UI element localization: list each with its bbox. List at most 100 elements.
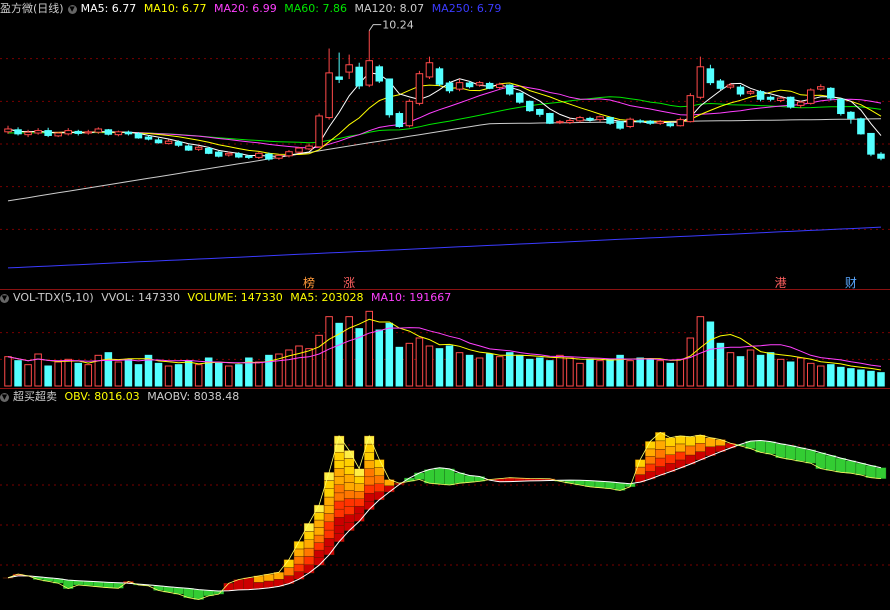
ma5-readout: MA5: 6.77 (80, 2, 137, 15)
candle-up (275, 154, 283, 159)
candle-down (857, 118, 865, 135)
obv-overbought-bar (313, 542, 325, 551)
candle-down (837, 98, 845, 115)
candle-up (726, 84, 735, 88)
obv-overbought-bar (333, 508, 345, 518)
obv-overbought-bar (313, 512, 325, 521)
candle-up (34, 130, 42, 134)
candle-down (847, 111, 855, 119)
candle-down (134, 133, 143, 139)
obv-overbought-bar (293, 548, 305, 557)
volume-bar-down (435, 348, 444, 387)
candle-up (556, 121, 564, 124)
volume-bar-down (786, 361, 795, 387)
volume-bar-down (756, 354, 765, 387)
volume-bar-up (746, 349, 755, 387)
obv-line (7, 431, 882, 600)
volume-bar-down (847, 368, 855, 387)
stock-title: 盈方微(日线) (0, 2, 64, 15)
obv-overbought-bar (323, 488, 335, 498)
candle-up (806, 89, 815, 104)
volume-bar-down (877, 372, 885, 387)
candle-up (696, 66, 705, 98)
high-marker-label: 10.24 (382, 19, 414, 32)
candle-up (285, 151, 293, 157)
obv-oversold-bar (785, 445, 796, 460)
volume-bar-down (375, 329, 384, 387)
dropdown-icon[interactable]: ▼ (67, 4, 77, 14)
obv-readout: OBV: 8016.03 (64, 390, 140, 403)
pane-divider (0, 289, 890, 290)
candle-up (796, 101, 805, 106)
obv-overbought-bar (374, 467, 385, 476)
obv-oversold-bar (875, 467, 887, 479)
candle-up (656, 121, 664, 124)
obv-overbought-bar (655, 432, 666, 442)
volume-bar-down (666, 362, 675, 387)
candle-up (746, 91, 755, 94)
event-badge: 涨 (343, 275, 355, 290)
obv-overbought-bar (2, 577, 14, 579)
event-badge: 港 (775, 276, 787, 290)
obv-overbought-bar (364, 484, 375, 494)
volume-bar-down (546, 360, 554, 387)
obv-overbought-bar (353, 506, 365, 515)
candle-up (94, 128, 103, 133)
obv-overbought-bar (313, 534, 325, 543)
obv-overbought-bar (364, 435, 375, 445)
obv-overbought-bar (364, 476, 375, 486)
volume-bar-up (194, 364, 203, 387)
candle-up (596, 116, 604, 121)
obv-overbought-bar (333, 525, 345, 534)
volume-bar-down (465, 354, 474, 387)
volume-bar-up (24, 364, 32, 387)
obv-overbought-bar (353, 491, 365, 499)
volume-bar-down (857, 369, 865, 387)
obv-overbought-bar (303, 547, 315, 557)
volume-bar-down (154, 362, 163, 387)
candle-up (576, 117, 584, 122)
obv-overbought-bar (323, 529, 335, 539)
obv-overbought-bar (303, 556, 315, 565)
candle-up (345, 64, 353, 73)
obv-overbought-bar (243, 577, 255, 590)
obv-overbought-bar (333, 460, 345, 469)
obv-overbought-bar (333, 468, 345, 477)
high-marker-line (368, 24, 382, 31)
candle-down (867, 132, 875, 155)
obv-oversold-bar (805, 449, 816, 464)
candle-down (235, 153, 243, 158)
stock-chart-canvas[interactable]: 10.24 榜 涨 港 财 (0, 0, 890, 610)
volume-bar-down (716, 342, 725, 387)
obv-oversold-bar (454, 472, 465, 484)
vol-indicator-name[interactable]: VOL-TDX(5,10) (13, 291, 94, 304)
volume-bar-down (515, 354, 524, 387)
volume-bar-down (104, 352, 113, 387)
dropdown-icon[interactable]: ▼ (0, 392, 9, 402)
obv-overbought-bar (665, 446, 676, 455)
vvol-readout: VVOL: 147330 (101, 291, 181, 304)
obv-overbought-bar (293, 571, 305, 580)
volume-bar-up (164, 365, 173, 387)
ma250-readout: MA250: 6.79 (431, 2, 502, 15)
obv-oversold-bar (755, 440, 766, 453)
obv-overbought-bar (675, 451, 686, 461)
candle-down (505, 84, 514, 95)
volume-bar-up (295, 345, 303, 387)
candle-down (245, 155, 253, 158)
volume-bar-up (114, 361, 123, 387)
obv-overbought-bar (333, 451, 345, 461)
volume-bar-down (44, 365, 52, 387)
candle-down (385, 78, 394, 116)
candle-up (415, 73, 424, 104)
obv-indicator-name[interactable]: 超买超卖 (13, 390, 57, 403)
candle-up (84, 131, 93, 134)
dropdown-icon[interactable]: ▼ (0, 293, 9, 303)
volume-bar-down (74, 362, 83, 387)
obv-oversold-bar (93, 581, 104, 588)
volume-bar-down (124, 358, 133, 387)
candle-up (495, 83, 504, 89)
event-badge: 财 (845, 276, 857, 290)
obv-overbought-bar (253, 582, 265, 590)
vol-ma10-readout: MA10: 191667 (371, 291, 452, 304)
